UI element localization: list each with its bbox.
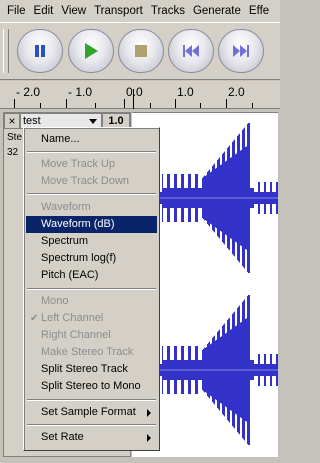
- track-info-stereo: Ste: [7, 132, 23, 143]
- menu-item-split-stereo-mono[interactable]: Split Stereo to Mono: [26, 378, 157, 395]
- ruler-tick: [124, 99, 125, 108]
- menu-file[interactable]: File: [3, 5, 30, 17]
- menu-separator: [27, 288, 156, 290]
- ruler-label: - 1.0: [68, 85, 93, 99]
- menu-item-spectrum[interactable]: Spectrum: [26, 233, 157, 250]
- ruler-minor-tick: [252, 103, 253, 108]
- pause-button[interactable]: [17, 29, 63, 73]
- track-context-menu: Name... Move Track Up Move Track Down Wa…: [23, 127, 160, 451]
- menu-generate[interactable]: Generate: [189, 5, 245, 17]
- chevron-down-icon: [89, 119, 97, 124]
- menu-item-mono[interactable]: Mono: [26, 293, 157, 310]
- menu-item-label: Set Sample Format: [41, 406, 136, 418]
- ruler-label: 0.0: [126, 85, 143, 99]
- menu-item-label: Name...: [41, 133, 80, 145]
- menu-item-move-track-down[interactable]: Move Track Down: [26, 173, 157, 190]
- menu-item-pitch[interactable]: Pitch (EAC): [26, 267, 157, 284]
- menu-item-label: Split Stereo to Mono: [41, 380, 141, 392]
- play-position-marker: [133, 89, 134, 109]
- skip-to-end-button[interactable]: [218, 29, 264, 73]
- ruler-label: - 2.0: [16, 85, 41, 99]
- ruler-minor-tick: [40, 103, 41, 108]
- menu-item-label: Move Track Down: [41, 175, 130, 187]
- track-info-format: 32: [7, 147, 19, 158]
- ruler-minor-tick: [150, 103, 151, 108]
- menu-item-label: Make Stereo Track: [41, 346, 134, 358]
- menu-item-label: Spectrum log(f): [41, 252, 117, 264]
- menu-item-label: Pitch (EAC): [41, 269, 99, 281]
- menu-view[interactable]: View: [57, 5, 90, 17]
- ruler-label: 2.0: [228, 85, 245, 99]
- play-button[interactable]: [68, 29, 114, 73]
- menu-separator: [27, 193, 156, 195]
- ruler-tick: [175, 99, 176, 108]
- menu-edit[interactable]: Edit: [30, 5, 58, 17]
- ruler-label: 1.0: [177, 85, 194, 99]
- menu-item-move-track-up[interactable]: Move Track Up: [26, 156, 157, 173]
- menu-item-label: Waveform: [41, 201, 91, 213]
- skip-to-start-icon: [183, 45, 199, 57]
- checkmark-icon: ✔: [30, 313, 39, 324]
- menu-item-name[interactable]: Name...: [26, 131, 157, 148]
- menu-item-waveform[interactable]: Waveform: [26, 199, 157, 216]
- menubar: File Edit View Transport Tracks Generate…: [0, 0, 280, 22]
- menu-item-label: Split Stereo Track: [41, 363, 128, 375]
- track-close-button[interactable]: ×: [4, 113, 20, 129]
- ruler-tick: [226, 99, 227, 108]
- submenu-arrow-icon: [147, 434, 151, 442]
- pause-icon: [35, 45, 45, 57]
- stop-icon: [135, 45, 147, 57]
- skip-to-end-icon: [233, 45, 249, 57]
- menu-item-make-stereo[interactable]: Make Stereo Track: [26, 344, 157, 361]
- menu-separator: [27, 151, 156, 153]
- track-name-label: test: [23, 115, 41, 127]
- menu-item-label: Left Channel: [41, 312, 104, 324]
- ruler-minor-tick: [95, 103, 96, 108]
- menu-separator: [27, 424, 156, 426]
- menu-item-label: Waveform (dB): [41, 218, 115, 230]
- menu-separator: [27, 399, 156, 401]
- menu-item-waveform-db[interactable]: Waveform (dB): [26, 216, 157, 233]
- menu-tracks[interactable]: Tracks: [147, 5, 189, 17]
- ruler-minor-tick: [200, 103, 201, 108]
- menu-item-label: Spectrum: [41, 235, 89, 247]
- submenu-arrow-icon: [147, 409, 151, 417]
- ruler-tick: [66, 99, 67, 108]
- menu-transport[interactable]: Transport: [90, 5, 147, 17]
- menu-item-label: Move Track Up: [41, 158, 115, 170]
- menu-item-spectrum-log[interactable]: Spectrum log(f): [26, 250, 157, 267]
- menu-item-label: Mono: [41, 295, 69, 307]
- stop-button[interactable]: [118, 29, 164, 73]
- menu-item-left-channel[interactable]: ✔ Left Channel: [26, 310, 157, 327]
- timeline-ruler[interactable]: - 2.0 - 1.0 0.0 1.0 2.0: [0, 81, 280, 109]
- menu-item-split-stereo[interactable]: Split Stereo Track: [26, 361, 157, 378]
- skip-to-start-button[interactable]: [168, 29, 214, 73]
- menu-item-right-channel[interactable]: Right Channel: [26, 327, 157, 344]
- ruler-tick: [14, 99, 15, 108]
- menu-effect[interactable]: Effe: [245, 5, 273, 17]
- menu-item-label: Right Channel: [41, 329, 111, 341]
- menu-item-set-rate[interactable]: Set Rate: [26, 429, 157, 446]
- toolbar-grip[interactable]: [3, 29, 9, 73]
- menu-item-set-sample-format[interactable]: Set Sample Format: [26, 404, 157, 421]
- menu-item-label: Set Rate: [41, 431, 84, 443]
- play-icon: [85, 43, 98, 59]
- transport-toolbar: [0, 22, 280, 80]
